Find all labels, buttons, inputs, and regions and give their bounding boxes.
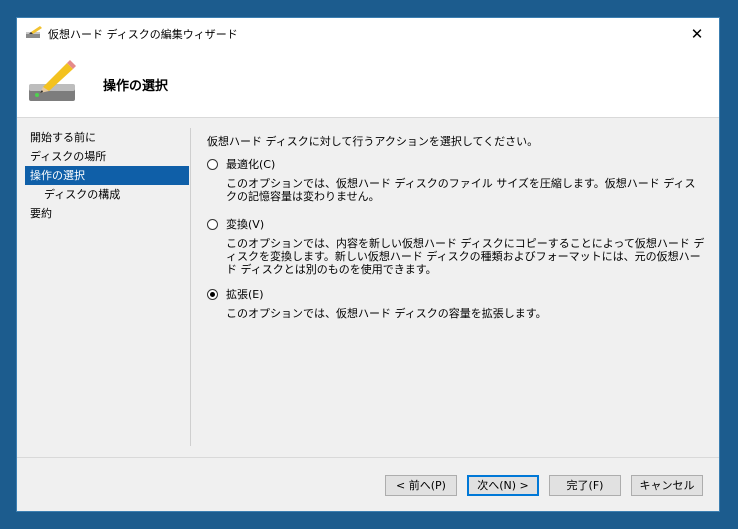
instruction-text: 仮想ハード ディスクに対して行うアクションを選択してください。 (207, 135, 539, 148)
page-title: 操作の選択 (103, 79, 169, 94)
title-bar: 仮想ハード ディスクの編集ウィザード ✕ (17, 18, 719, 49)
option-convert: 変換(V) このオプションでは、内容を新しい仮想ハード ディスクにコピーすること… (207, 216, 707, 276)
radio-convert[interactable]: 変換(V) (207, 216, 707, 232)
back-button[interactable]: < 前へ(P) (385, 475, 457, 496)
nav-item-summary[interactable]: 要約 (25, 204, 189, 223)
radio-button-selected[interactable] (207, 288, 218, 300)
nav-item-locate-disk[interactable]: ディスクの場所 (25, 147, 189, 166)
footer-divider (17, 457, 719, 458)
radio-label: 最適化(C) (226, 158, 276, 171)
radio-button[interactable] (207, 158, 218, 170)
disk-pencil-icon (26, 26, 42, 38)
cancel-button[interactable]: キャンセル (631, 475, 703, 496)
radio-label: 変換(V) (226, 218, 265, 231)
option-description: このオプションでは、仮想ハード ディスクの容量を拡張します。 (226, 307, 547, 320)
option-compact: 最適化(C) このオプションでは、仮想ハード ディスクのファイル サイズを圧縮し… (207, 156, 707, 203)
finish-button[interactable]: 完了(F) (549, 475, 621, 496)
nav-item-configure-disk[interactable]: ディスクの構成 (25, 185, 189, 204)
option-description: このオプションでは、内容を新しい仮想ハード ディスクにコピーすることによって仮想… (226, 237, 705, 276)
next-button[interactable]: 次へ(N) > (467, 475, 539, 496)
radio-label: 拡張(E) (226, 288, 264, 301)
nav-divider (190, 128, 191, 446)
nav-item-choose-action[interactable]: 操作の選択 (25, 166, 189, 185)
close-icon: ✕ (690, 24, 704, 43)
wizard-header: 操作の選択 (17, 49, 719, 118)
wizard-nav: 開始する前に ディスクの場所 操作の選択 ディスクの構成 要約 (25, 128, 189, 223)
radio-compact[interactable]: 最適化(C) (207, 156, 707, 172)
radio-button[interactable] (207, 218, 218, 230)
wizard-window: 仮想ハード ディスクの編集ウィザード ✕ 操作の選択 開始する前に ディスクの場… (16, 17, 720, 512)
main-content: 仮想ハード ディスクに対して行うアクションを選択してください。 最適化(C) こ… (207, 133, 707, 320)
option-description: このオプションでは、仮想ハード ディスクのファイル サイズを圧縮します。仮想ハー… (226, 177, 696, 203)
option-expand: 拡張(E) このオプションでは、仮想ハード ディスクの容量を拡張します。 (207, 286, 707, 320)
radio-expand[interactable]: 拡張(E) (207, 286, 707, 302)
virtual-disk-edit-icon (29, 60, 76, 101)
nav-item-before-you-begin[interactable]: 開始する前に (25, 128, 189, 147)
close-button[interactable]: ✕ (675, 18, 719, 49)
window-title: 仮想ハード ディスクの編集ウィザード (48, 28, 238, 41)
